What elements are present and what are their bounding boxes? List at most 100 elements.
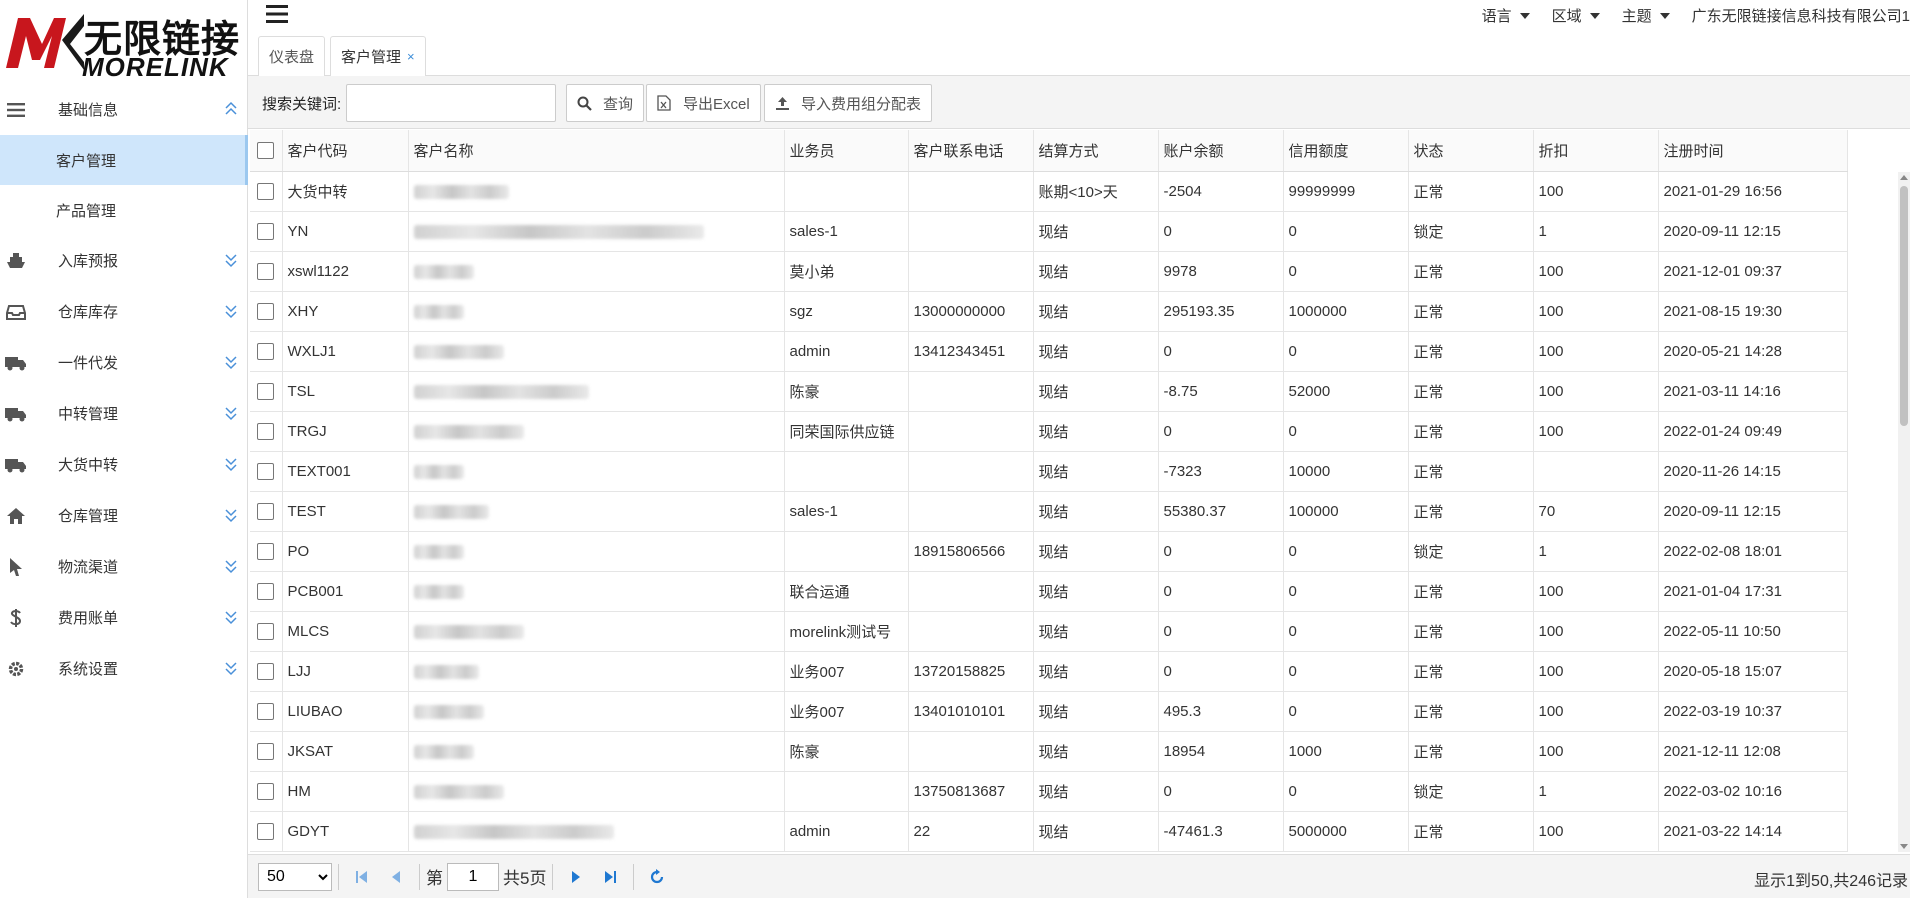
- column-header[interactable]: 注册时间: [1658, 130, 1848, 172]
- table-row[interactable]: 大货中转 账期<10>天 -2504 99999999 正常 100 2021-01-29 …: [250, 171, 1848, 212]
- column-header[interactable]: 信用额度: [1283, 130, 1409, 172]
- refresh-icon[interactable]: [640, 863, 674, 891]
- row-checkbox[interactable]: [257, 702, 275, 720]
- sidebar-item-basic-info[interactable]: 基础信息: [0, 84, 248, 135]
- table-row[interactable]: TEXT001 现结 -7323 10000 正常 2020-11-26 14:15: [250, 451, 1848, 492]
- table-row[interactable]: HM 13750813687 现结 0 0 锁定 1 2022-03-02 10:16: [250, 771, 1848, 812]
- sidebar-item-bulk-transit[interactable]: 大货中转: [0, 439, 248, 490]
- column-header[interactable]: 账户余额: [1158, 130, 1284, 172]
- sidebar-item-transit-management[interactable]: 中转管理: [0, 388, 248, 439]
- table-cell: [908, 611, 1034, 652]
- table-cell: 2022-05-11 10:50: [1658, 611, 1848, 652]
- prev-page-icon[interactable]: [379, 863, 413, 891]
- page-size-select[interactable]: 50: [258, 862, 332, 891]
- company-menu[interactable]: 广东无限链接信息科技有限公司1: [1692, 5, 1910, 26]
- redacted-customer-name: [413, 664, 479, 679]
- table-cell: 0: [1283, 611, 1409, 652]
- table-cell: 2022-03-19 10:37: [1658, 691, 1848, 732]
- table-row[interactable]: LJJ 业务007 13720158825 现结 0 0 正常 100 2020-05-18 1…: [250, 651, 1848, 692]
- row-checkbox[interactable]: [257, 222, 275, 240]
- row-checkbox[interactable]: [257, 422, 275, 440]
- tab-customer-management[interactable]: 客户管理 ×: [330, 36, 426, 77]
- row-checkbox[interactable]: [257, 502, 275, 520]
- table-cell: [408, 771, 785, 812]
- table-row[interactable]: TEST sales-1 现结 55380.37 100000 正常 70 2020-09-1…: [250, 491, 1848, 532]
- hamburger-menu-icon[interactable]: [266, 4, 288, 24]
- vertical-scrollbar[interactable]: [1898, 172, 1910, 852]
- pager-divider: [552, 863, 554, 890]
- query-button[interactable]: 查询: [566, 84, 645, 122]
- row-checkbox[interactable]: [257, 782, 275, 800]
- tab-dashboard[interactable]: 仪表盘: [258, 36, 326, 76]
- export-excel-button[interactable]: 导出Excel: [646, 84, 761, 122]
- tab-label: 仪表盘: [269, 49, 315, 66]
- row-select-cell: [250, 571, 283, 612]
- sidebar-item-warehouse-management[interactable]: 仓库管理: [0, 490, 248, 541]
- table-row[interactable]: XHY sgz 13000000000 现结 295193.35 1000000 正常 100…: [250, 291, 1848, 332]
- row-checkbox[interactable]: [257, 302, 275, 320]
- first-page-icon[interactable]: [345, 863, 379, 891]
- row-checkbox[interactable]: [257, 462, 275, 480]
- table-cell: 2021-03-22 14:14: [1658, 811, 1848, 852]
- column-header[interactable]: 客户名称: [408, 130, 785, 172]
- table-cell: sgz: [784, 291, 909, 332]
- column-header[interactable]: 业务员: [784, 130, 909, 172]
- region-menu[interactable]: 区域: [1552, 5, 1600, 26]
- column-header[interactable]: 状态: [1408, 130, 1534, 172]
- scroll-up-icon[interactable]: [1900, 175, 1908, 180]
- table-cell: 2021-01-29 16:56: [1658, 171, 1848, 212]
- row-checkbox[interactable]: [257, 262, 275, 280]
- sidebar-item-label: 入库预报: [58, 253, 119, 270]
- scroll-down-icon[interactable]: [1900, 844, 1908, 849]
- table-row[interactable]: LIUBAO 业务007 13401010101 现结 495.3 0 正常 100 2022-…: [250, 691, 1848, 732]
- page-tabs: 仪表盘 客户管理 ×: [248, 36, 1910, 77]
- language-menu[interactable]: 语言: [1482, 5, 1530, 26]
- close-icon[interactable]: ×: [407, 49, 415, 64]
- column-header[interactable]: 客户代码: [282, 130, 409, 172]
- table-row[interactable]: PCB001 联合运通 现结 0 0 正常 100 2021-01-04 17:31: [250, 571, 1848, 612]
- row-checkbox[interactable]: [257, 342, 275, 360]
- sidebar-subitem-customer-management[interactable]: 客户管理: [0, 135, 248, 185]
- table-row[interactable]: WXLJ1 admin 13412343451 现结 0 0 正常 100 2020-05-21…: [250, 331, 1848, 372]
- table-row[interactable]: TSL 陈豪 现结 -8.75 52000 正常 100 2021-03-11 14:16: [250, 371, 1848, 412]
- table-cell: 业务007: [784, 651, 909, 692]
- table-row[interactable]: GDYT admin 22 现结 -47461.3 5000000 正常 100 2021-03…: [250, 811, 1848, 852]
- sidebar-item-system-settings[interactable]: 系统设置: [0, 643, 248, 694]
- sidebar-item-warehouse-stock[interactable]: 仓库库存: [0, 286, 248, 337]
- sidebar-item-dropshipping[interactable]: 一件代发: [0, 337, 248, 388]
- table-cell: 100: [1533, 691, 1659, 732]
- table-row[interactable]: TRGJ 同荣国际供应链 现结 0 0 正常 100 2022-01-24 09:49: [250, 411, 1848, 452]
- last-page-icon[interactable]: [593, 863, 627, 891]
- import-fee-group-button[interactable]: 导入费用组分配表: [764, 84, 933, 122]
- table-cell: 13401010101: [908, 691, 1034, 732]
- column-header[interactable]: 客户联系电话: [908, 130, 1034, 172]
- row-checkbox[interactable]: [257, 822, 275, 840]
- search-input[interactable]: [346, 84, 556, 122]
- table-row[interactable]: MLCS morelink测试号 现结 0 0 正常 100 2022-05-11 10:50: [250, 611, 1848, 652]
- table-row[interactable]: JKSAT 陈豪 现结 18954 1000 正常 100 2021-12-11 12:08: [250, 731, 1848, 772]
- row-checkbox[interactable]: [257, 742, 275, 760]
- column-header[interactable]: 折扣: [1533, 130, 1659, 172]
- table-row[interactable]: YN sales-1 现结 0 0 锁定 1 2020-09-11 12:15: [250, 211, 1848, 252]
- theme-menu[interactable]: 主题: [1622, 5, 1670, 26]
- row-checkbox[interactable]: [257, 542, 275, 560]
- column-header[interactable]: 结算方式: [1033, 130, 1159, 172]
- table-row[interactable]: xswl1122 莫小弟 现结 9978 0 正常 100 2021-12-01 09:37: [250, 251, 1848, 292]
- row-checkbox[interactable]: [257, 182, 275, 200]
- table-cell: 现结: [1033, 411, 1159, 452]
- sidebar-subitem-product-management[interactable]: 产品管理: [0, 185, 248, 235]
- sidebar-item-logistics-channel[interactable]: 物流渠道: [0, 541, 248, 592]
- table-cell: XHY: [282, 291, 409, 332]
- scrollbar-thumb[interactable]: [1900, 186, 1908, 426]
- row-checkbox[interactable]: [257, 382, 275, 400]
- select-all-checkbox[interactable]: [257, 142, 275, 160]
- table-row[interactable]: PO 18915806566 现结 0 0 锁定 1 2022-02-08 18:01: [250, 531, 1848, 572]
- sidebar-item-billing[interactable]: 费用账单: [0, 592, 248, 643]
- row-checkbox[interactable]: [257, 622, 275, 640]
- table-header-row: 客户代码 客户名称 业务员 客户联系电话 结算方式 账户余额 信用额度 状态 折…: [250, 130, 1848, 172]
- sidebar-item-inbound-forecast[interactable]: 入库预报: [0, 235, 248, 286]
- next-page-icon[interactable]: [559, 863, 593, 891]
- row-checkbox[interactable]: [257, 662, 275, 680]
- row-checkbox[interactable]: [257, 582, 275, 600]
- page-number-input[interactable]: [447, 862, 499, 891]
